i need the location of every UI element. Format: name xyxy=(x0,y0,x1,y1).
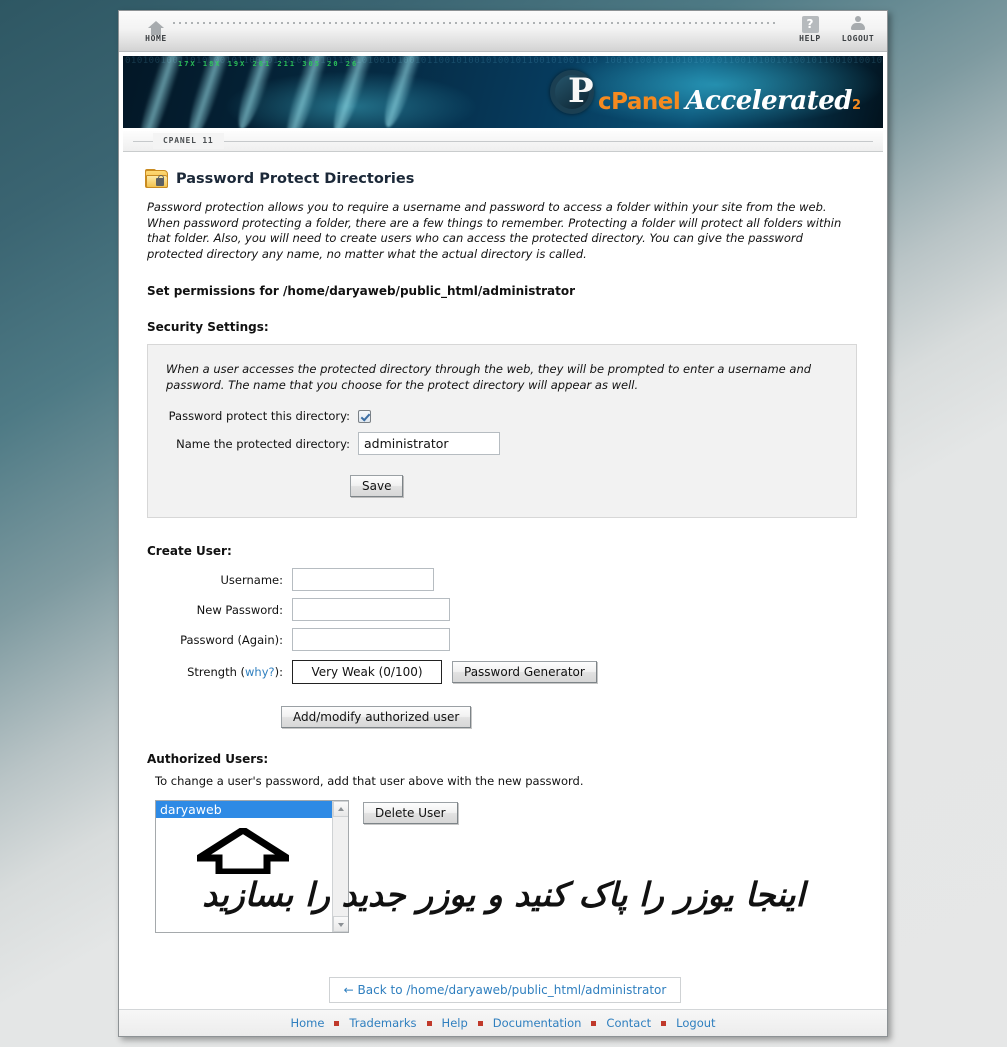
back-to-directory-link[interactable]: ← Back to /home/daryaweb/public_html/adm… xyxy=(328,977,682,1003)
password-protect-label: Password protect this directory: xyxy=(168,409,350,423)
username-input[interactable] xyxy=(292,568,434,591)
directory-name-row: Name the protected directory: xyxy=(166,432,838,455)
folder-lock-icon xyxy=(145,169,168,188)
strength-label-start: Strength ( xyxy=(187,665,246,679)
up-arrow-annotation-icon xyxy=(186,825,300,878)
help-nav-button[interactable]: ? HELP xyxy=(787,13,833,43)
security-settings-panel: When a user accesses the protected direc… xyxy=(147,344,857,518)
strength-label-end: ): xyxy=(274,665,283,679)
home-nav-label: HOME xyxy=(145,34,167,43)
cpanel-banner: 0101001001101010010110010100101001011001… xyxy=(123,56,883,128)
footer-link-logout[interactable]: Logout xyxy=(666,1016,725,1030)
new-password-label: New Password: xyxy=(196,602,283,617)
logo-version-subscript: 2 xyxy=(851,98,861,113)
password-again-label: Password (Again): xyxy=(180,632,283,647)
cpanel-logo-text: cPanel Accelerated2 xyxy=(598,88,861,116)
set-permissions-line: Set permissions for /home/daryaweb/publi… xyxy=(147,284,576,298)
footer-link-home[interactable]: Home xyxy=(280,1016,334,1030)
directory-name-label: Name the protected directory: xyxy=(176,436,350,451)
page-title-row: Password Protect Directories xyxy=(145,169,867,188)
save-button-row: Save xyxy=(166,475,838,497)
page-title: Password Protect Directories xyxy=(176,170,415,187)
strength-label: Strength (why?): xyxy=(143,665,292,679)
security-note-text: When a user accesses the protected direc… xyxy=(166,362,812,392)
new-password-row: New Password: xyxy=(143,598,867,621)
question-mark-icon: ? xyxy=(787,13,833,33)
cpanel-logo-mark-icon: P xyxy=(548,68,596,116)
password-protect-row: Password protect this directory: xyxy=(166,409,838,423)
list-item[interactable]: daryaweb xyxy=(156,801,348,818)
home-icon xyxy=(133,13,179,35)
back-link-row: ← Back to /home/daryaweb/public_html/adm… xyxy=(143,977,867,1003)
logo-accelerated-word: Accelerated xyxy=(685,86,852,116)
logout-nav-button[interactable]: LOGOUT xyxy=(835,13,881,43)
password-again-row: Password (Again): xyxy=(143,628,867,651)
logout-nav-label: LOGOUT xyxy=(841,34,875,43)
authorized-users-note: To change a user's password, add that us… xyxy=(155,774,584,788)
username-row: Username: xyxy=(143,568,867,591)
delete-user-row: Delete User xyxy=(363,802,458,824)
home-nav-button[interactable]: HOME xyxy=(133,13,179,43)
footer-link-trademarks[interactable]: Trademarks xyxy=(339,1016,426,1030)
page-intro-text: Password protection allows you to requir… xyxy=(147,200,842,261)
person-icon xyxy=(835,13,881,33)
password-strength-meter: Very Weak (0/100) xyxy=(292,660,442,684)
directory-name-input[interactable] xyxy=(358,432,500,455)
tab-strip: CPANEL 11 xyxy=(123,131,883,152)
add-modify-authorized-user-button[interactable]: Add/modify authorized user xyxy=(281,706,472,728)
scroll-up-arrow-icon[interactable] xyxy=(333,801,348,817)
save-button[interactable]: Save xyxy=(350,475,404,497)
username-label: Username: xyxy=(220,572,284,587)
why-link[interactable]: why? xyxy=(245,665,275,679)
logo-cpanel-word: cPanel xyxy=(598,89,681,115)
add-modify-row: Add/modify authorized user xyxy=(143,706,867,728)
password-again-input[interactable] xyxy=(292,628,450,651)
footer-nav: Home Trademarks Help Documentation Conta… xyxy=(119,1009,887,1036)
security-settings-label: Security Settings: xyxy=(147,320,269,334)
delete-user-button[interactable]: Delete User xyxy=(363,802,458,824)
new-password-input[interactable] xyxy=(292,598,450,621)
tab-cpanel-11[interactable]: CPANEL 11 xyxy=(153,133,224,149)
password-generator-button[interactable]: Password Generator xyxy=(452,661,597,683)
footer-link-documentation[interactable]: Documentation xyxy=(483,1016,592,1030)
decorative-dots xyxy=(171,20,775,28)
footer-link-contact[interactable]: Contact xyxy=(596,1016,661,1030)
strength-row: Strength (why?): Very Weak (0/100) Passw… xyxy=(143,660,867,684)
top-navigation-bar: HOME ? HELP LOGOUT xyxy=(119,11,887,52)
password-protect-checkbox[interactable] xyxy=(358,409,371,423)
cpanel-logo: P cPanel Accelerated2 xyxy=(548,66,861,116)
authorized-users-heading: Authorized Users: xyxy=(147,752,269,766)
help-nav-label: HELP xyxy=(799,34,821,43)
banner-ticker-numbers: 17X 18X 19X 261 211 305 20 26 xyxy=(178,60,359,68)
create-user-heading: Create User: xyxy=(147,544,232,558)
footer-link-help[interactable]: Help xyxy=(432,1016,478,1030)
scroll-down-arrow-icon[interactable] xyxy=(333,916,348,932)
persian-annotation-text: اینجا یوزر را پاک کنید و یوزر جدید را بس… xyxy=(202,875,805,914)
